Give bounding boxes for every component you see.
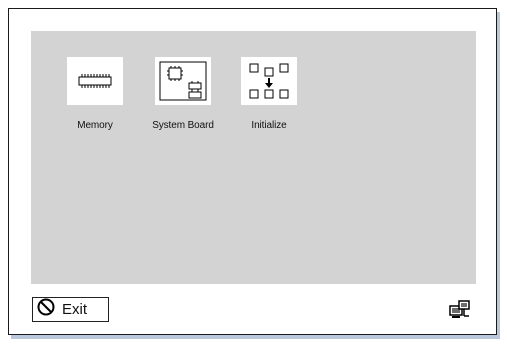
system-board-label: System Board — [152, 120, 214, 131]
memory-label: Memory — [77, 120, 113, 131]
exit-button[interactable]: Exit — [32, 297, 109, 322]
system-board-icon — [155, 57, 211, 105]
memory-item[interactable]: Memory — [50, 57, 140, 131]
no-entry-icon — [37, 298, 55, 321]
memory-chip-icon — [67, 57, 123, 105]
network-computer-icon[interactable] — [449, 300, 471, 320]
system-board-item[interactable]: System Board — [138, 57, 228, 131]
icon-workspace: Memory System Board Initialize — [31, 31, 476, 284]
initialize-label: Initialize — [251, 120, 287, 131]
initialize-item[interactable]: Initialize — [224, 57, 314, 131]
dialog-frame: Memory System Board Initialize Exit — [8, 8, 497, 335]
exit-label: Exit — [62, 301, 88, 318]
initialize-icon — [241, 57, 297, 105]
